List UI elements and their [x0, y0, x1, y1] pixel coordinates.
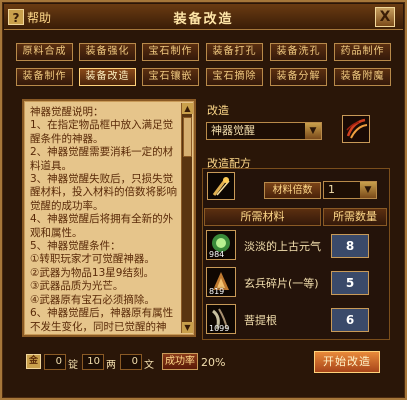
description-line: 1、在指定物品框中放入满足觉醒条件的神器。 — [30, 119, 174, 145]
material-name: 玄兵碎片(一等) — [244, 277, 319, 290]
reform-type-select[interactable]: 神器觉醒 ▼ — [206, 122, 322, 140]
description-line: 神器觉醒说明： — [30, 106, 104, 118]
gold-ingot-icon: 金 — [26, 354, 41, 369]
tab-equipment-punch[interactable]: 装备打孔 — [206, 43, 263, 61]
multiplier-label: 材料倍数 — [264, 182, 321, 199]
material-icon[interactable]: 984 — [206, 230, 236, 260]
recipe-item-slot[interactable] — [207, 172, 235, 200]
tab-equipment-dismantle[interactable]: 装备分解 — [270, 68, 327, 86]
copper-amount: 0 — [120, 354, 142, 370]
window-title: 装备改造 — [173, 12, 234, 27]
description-line: ①转职玩家才可觉醒神器。 — [30, 253, 155, 266]
description-line: 3、神器觉醒失败后，只损失觉醒材料，投入材料的倍数将影响觉醒的成功率。 — [30, 173, 177, 212]
scroll-down-icon[interactable]: ▼ — [182, 322, 193, 333]
silver-amount: 10 — [82, 354, 104, 370]
description-scrollbar[interactable]: ▲ ▼ — [181, 103, 193, 333]
reform-label: 改造 — [207, 104, 229, 117]
tab-gem-removal[interactable]: 宝石摘除 — [206, 68, 263, 86]
claw-weapon-icon — [343, 116, 369, 142]
gold-amount: 0 — [44, 354, 66, 370]
reform-type-value: 神器觉醒 — [211, 124, 255, 137]
reform-window: ? 帮助 装备改造 X 原料合成 装备强化 宝石制作 装备打孔 装备洗孔 药品制… — [0, 0, 407, 400]
material-name: 菩提根 — [244, 314, 277, 327]
target-item-slot[interactable] — [342, 115, 370, 143]
tab-gem-inlay[interactable]: 宝石镶嵌 — [142, 68, 199, 86]
col-material-header: 所需材料 — [204, 208, 321, 226]
material-row: 1099 菩提根 6 — [204, 302, 387, 338]
material-stock: 984 — [209, 250, 225, 259]
silver-unit: 两 — [106, 360, 116, 371]
description-panel: 神器觉醒说明： 1、在指定物品框中放入满足觉醒条件的神器。 2、神器觉醒需要消耗… — [22, 99, 196, 337]
description-line: ④武器原有宝石必须摘除。 — [30, 293, 155, 306]
success-rate-label: 成功率 — [162, 353, 198, 370]
tab-potion-crafting[interactable]: 药品制作 — [334, 43, 391, 61]
description-line: 2、神器觉醒需要消耗一定的材料道具。 — [30, 146, 174, 172]
chevron-down-icon[interactable]: ▼ — [360, 182, 376, 198]
tab-equipment-reform[interactable]: 装备改造 — [79, 68, 136, 86]
material-qty: 6 — [331, 308, 369, 332]
material-stock: 1099 — [209, 324, 230, 333]
title-bar: ? 帮助 装备改造 X — [4, 4, 403, 30]
start-reform-button[interactable]: 开始改造 — [314, 351, 380, 373]
description-line: 4、神器觉醒后将拥有全新的外观和属性。 — [30, 213, 174, 239]
claw-weapon-icon — [208, 173, 234, 199]
material-stock: 819 — [209, 287, 225, 296]
gold-unit: 锭 — [68, 360, 78, 371]
description-line: 6、神器觉醒后，神器原有属性不发生变化，同时已觉醒的神 — [30, 307, 174, 332]
material-qty: 8 — [331, 234, 369, 258]
material-icon[interactable]: 819 — [206, 267, 236, 297]
material-row: 984 淡淡的上古元气 8 — [204, 228, 387, 264]
description-line: 5、神器觉醒条件： — [30, 240, 121, 253]
material-icon[interactable]: 1099 — [206, 304, 236, 334]
col-qty-header: 所需数量 — [323, 208, 387, 226]
material-name: 淡淡的上古元气 — [244, 240, 321, 253]
chevron-down-icon[interactable]: ▼ — [305, 123, 321, 139]
material-qty: 5 — [331, 271, 369, 295]
tab-gem-crafting[interactable]: 宝石制作 — [142, 43, 199, 61]
tab-material-synthesis[interactable]: 原料合成 — [16, 43, 73, 61]
multiplier-select[interactable]: 1 ▼ — [323, 181, 377, 199]
multiplier-value: 1 — [328, 183, 335, 196]
tab-equipment-crafting[interactable]: 装备制作 — [16, 68, 73, 86]
tab-equipment-enhance[interactable]: 装备强化 — [79, 43, 136, 61]
success-rate-value: 20% — [201, 356, 226, 369]
tab-equipment-reset-holes[interactable]: 装备洗孔 — [270, 43, 327, 61]
description-line: ②武器为物品13星9结刻。 — [30, 266, 154, 279]
scroll-up-icon[interactable]: ▲ — [182, 103, 193, 114]
scroll-thumb[interactable] — [183, 117, 192, 157]
description-line: ③武器品质为光芒。 — [30, 280, 124, 293]
description-text: 神器觉醒说明： 1、在指定物品框中放入满足觉醒条件的神器。 2、神器觉醒需要消耗… — [30, 106, 180, 332]
material-row: 819 玄兵碎片(一等) 5 — [204, 265, 387, 301]
copper-unit: 文 — [144, 360, 154, 371]
close-button[interactable]: X — [375, 7, 395, 27]
tab-equipment-enchant[interactable]: 装备附魔 — [334, 68, 391, 86]
